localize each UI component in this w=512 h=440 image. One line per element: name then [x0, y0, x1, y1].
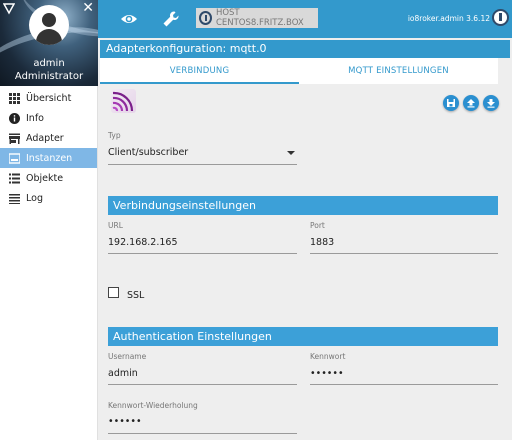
- password-repeat-input-underline: [108, 433, 297, 434]
- ssl-checkbox[interactable]: [108, 287, 119, 298]
- password-input-underline: [310, 384, 498, 385]
- tab-verbindung[interactable]: VERBINDUNG: [100, 58, 299, 84]
- url-label: URL: [108, 221, 123, 230]
- password-label: Kennwort: [310, 352, 346, 361]
- sidebar-item-instanzen[interactable]: Instanzen: [0, 148, 97, 168]
- avatar: [29, 5, 69, 45]
- username-input[interactable]: admin: [108, 368, 138, 379]
- sidebar-item-label: Objekte: [26, 172, 64, 184]
- download-button[interactable]: [483, 95, 499, 111]
- host-logo-icon: [199, 11, 212, 25]
- version-label: io8roker.admin 3.6.12: [407, 14, 490, 23]
- port-input[interactable]: 1883: [310, 237, 334, 248]
- save-button[interactable]: [443, 95, 459, 111]
- sidebar-item-objekte[interactable]: Objekte: [0, 168, 97, 188]
- username-input-underline: [108, 384, 297, 385]
- instances-icon: [9, 152, 20, 164]
- iobroker-logo-icon: [492, 9, 509, 26]
- ssl-label: SSL: [127, 290, 145, 301]
- info-icon: [9, 112, 20, 124]
- host-selector[interactable]: HOST CENTOS8.FRITZ.BOX: [196, 8, 318, 28]
- sidebar-item-log[interactable]: Log: [0, 188, 97, 208]
- dialog-title: Adapterkonfiguration: mqtt.0: [100, 40, 510, 58]
- top-bar: HOST CENTOS8.FRITZ.BOX io8roker.admin 3.…: [98, 0, 512, 38]
- connection-section-header: Verbindungseinstellungen: [108, 196, 498, 215]
- password-input[interactable]: ••••••: [310, 368, 344, 379]
- user-role: Administrator: [14, 71, 84, 82]
- config-tabs: VERBINDUNG MQTT EINSTELLUNGEN: [100, 58, 498, 84]
- port-label: Port: [310, 221, 325, 230]
- store-icon: [9, 133, 20, 144]
- url-input[interactable]: 192.168.2.165: [108, 237, 178, 248]
- grid-icon: [9, 92, 20, 104]
- auth-section-header: Authentication Einstellungen: [108, 327, 498, 346]
- download-icon: [487, 99, 495, 108]
- user-name: admin: [33, 58, 65, 69]
- sidebar-item-label: Übersicht: [26, 92, 72, 104]
- sidebar-item-uebersicht[interactable]: Übersicht: [0, 88, 97, 108]
- password-repeat-label: Kennwort-Wiederholung: [108, 401, 198, 410]
- eye-icon[interactable]: [120, 10, 138, 28]
- lines-icon: [9, 193, 20, 204]
- upload-button[interactable]: [463, 95, 479, 111]
- password-repeat-input[interactable]: ••••••: [108, 416, 142, 427]
- sidebar-nav: Übersicht Info Adapter Instanzen Objekte…: [0, 88, 97, 208]
- username-label: Username: [108, 352, 147, 361]
- port-input-underline: [310, 253, 498, 254]
- sidebar-item-label: Instanzen: [26, 152, 73, 164]
- sidebar-item-label: Log: [26, 192, 43, 204]
- user-profile-panel: ✕ admin Administrator: [0, 0, 98, 86]
- upload-icon: [467, 99, 475, 108]
- host-name: HOST CENTOS8.FRITZ.BOX: [215, 8, 304, 28]
- type-select[interactable]: Client/subscriber: [108, 147, 188, 158]
- save-icon: [447, 99, 455, 107]
- chevron-down-icon[interactable]: [287, 151, 295, 155]
- menu-toggle-icon[interactable]: [3, 3, 15, 15]
- close-sidebar-icon[interactable]: ✕: [82, 1, 94, 15]
- mqtt-adapter-logo: [111, 89, 136, 113]
- mqtt-logo-icon: [112, 91, 134, 112]
- sidebar-item-label: Adapter: [26, 132, 64, 144]
- url-input-underline: [108, 253, 297, 254]
- tab-mqtt-einstellungen[interactable]: MQTT EINSTELLUNGEN: [299, 58, 498, 84]
- sidebar-item-label: Info: [26, 112, 44, 124]
- type-label: Typ: [108, 131, 121, 140]
- list-icon: [9, 173, 20, 183]
- type-select-underline: [108, 164, 297, 165]
- sidebar: ✕ admin Administrator Übersicht Info Ada…: [0, 0, 98, 440]
- wrench-icon[interactable]: [162, 10, 180, 28]
- sidebar-item-adapter[interactable]: Adapter: [0, 128, 97, 148]
- sidebar-item-info[interactable]: Info: [0, 108, 97, 128]
